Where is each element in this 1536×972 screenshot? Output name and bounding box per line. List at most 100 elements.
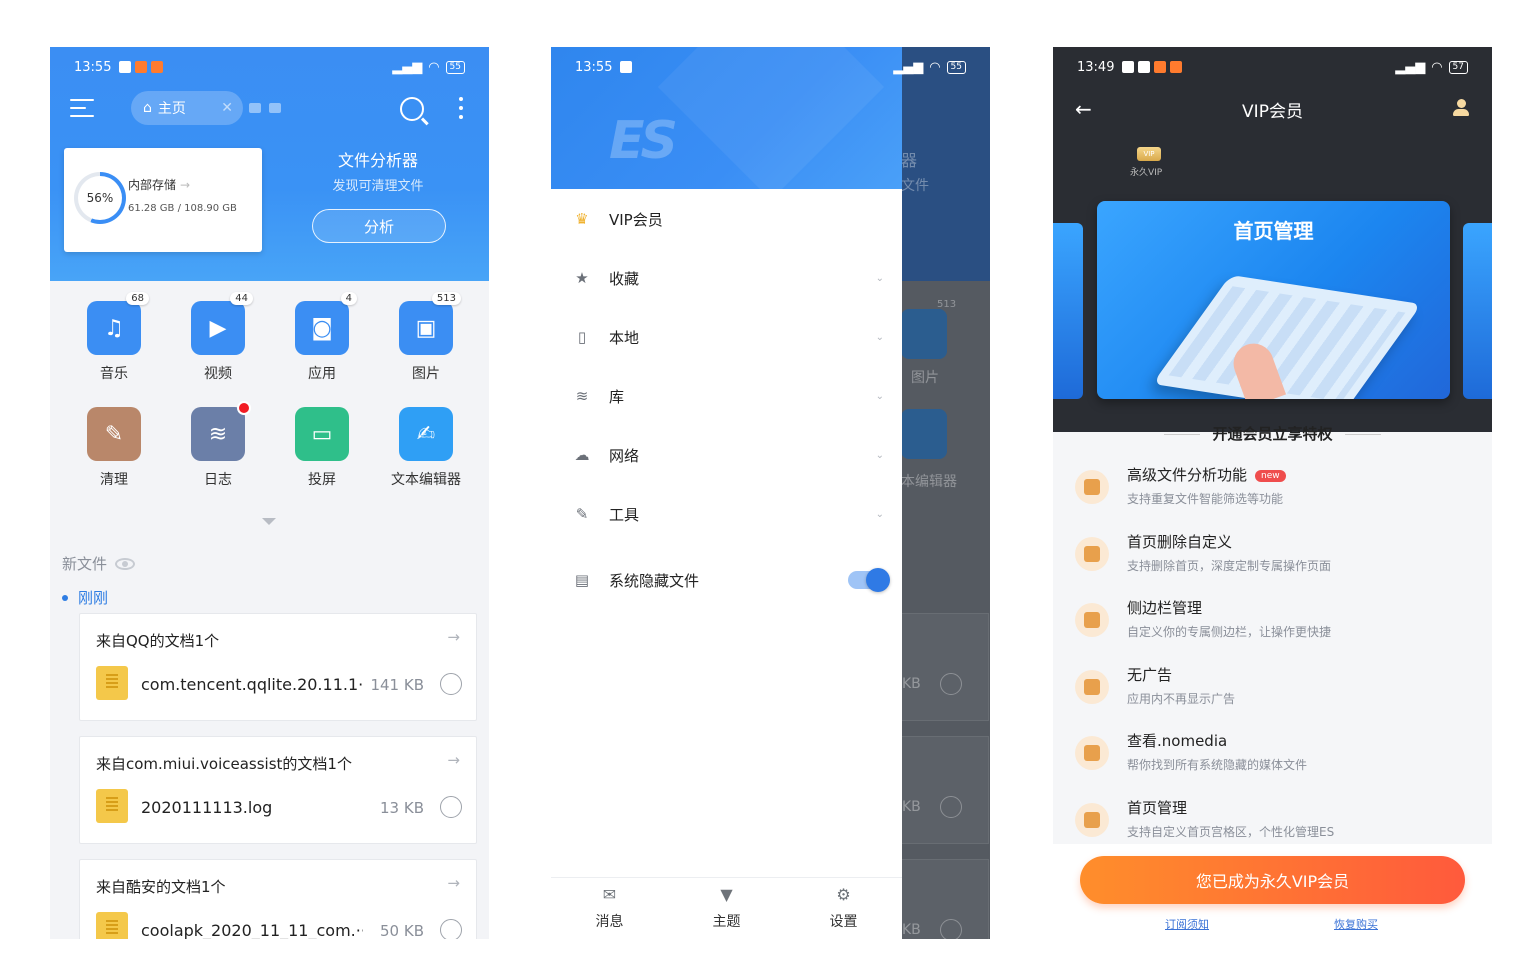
navigation-drawer: ES 13:55 ▂▄▆ ◠ 55 ♛ VIP会员 ★ 收藏 ⌄ ▯ 本地 ⌄ … (551, 47, 966, 939)
drawer-item-vip[interactable]: ♛ VIP会员 (551, 199, 902, 239)
recent-file-card[interactable]: 来自QQ的文档1个 → com.tencent.qqlite.20.11.1··… (79, 613, 477, 721)
shortcut-music[interactable]: ♫ 68 音乐 (62, 292, 166, 383)
select-radio[interactable] (440, 673, 462, 695)
hidden-file-icon: ▤ (574, 571, 590, 589)
shirt-icon: ▼ (720, 884, 733, 904)
eye-icon[interactable] (115, 557, 136, 570)
analyze-button[interactable]: 分析 (312, 209, 446, 243)
arrow-right-icon[interactable]: → (447, 874, 460, 892)
crown-icon: ♛ (575, 210, 589, 228)
status-bar: 13:49 ▂▄▆ ◠ 57 (1053, 47, 1492, 87)
file-analysis-icon (1075, 470, 1109, 504)
shortcut-apps[interactable]: ◙ 4 应用 (270, 292, 374, 383)
shortcut-clean[interactable]: ✎ 清理 (62, 407, 166, 489)
perk-item: 查看.nomedia 帮你找到所有系统隐藏的媒体文件 (1053, 730, 1492, 790)
drawer-item-tools[interactable]: ✎ 工具 ⌄ (551, 494, 902, 534)
vip-status-button[interactable]: 您已成为永久VIP会员 (1080, 856, 1465, 904)
chevron-down-icon: ⌄ (875, 272, 884, 284)
star-icon: ★ (575, 269, 589, 287)
notification-icon (1154, 61, 1167, 73)
drawer-item-hidden-files[interactable]: ▤ 系统隐藏文件 (551, 560, 902, 600)
chevron-down-icon: ⌄ (875, 508, 884, 520)
drawer-item-local[interactable]: ▯ 本地 ⌄ (551, 317, 902, 357)
restore-purchase-link[interactable]: 恢复购买 (1334, 916, 1378, 932)
arrow-right-icon: → (180, 178, 191, 192)
storage-size: 61.28 GB / 108.90 GB (128, 203, 237, 214)
timeline-label: 刚刚 (62, 587, 108, 608)
signal-icon: ▂▄▆ (893, 59, 924, 75)
analyzer-subtitle: 发现可清理文件 (332, 179, 424, 194)
tablet-illustration (1152, 274, 1422, 399)
feature-banner[interactable]: 首页管理 (1097, 201, 1450, 399)
shortcut-text-editor[interactable]: ✍ 文本编辑器 (374, 407, 478, 489)
text-editor-icon: ✍ (399, 407, 453, 461)
expand-caret-icon[interactable] (262, 518, 276, 525)
text-editor-icon (901, 409, 947, 459)
new-badge: new (1255, 470, 1286, 482)
phone-icon: ▯ (577, 328, 587, 346)
search-icon[interactable] (400, 97, 424, 121)
perk-item: 高级文件分析功能 new 支持重复文件智能筛选等功能 (1053, 464, 1492, 524)
es-logo: ES (609, 111, 678, 171)
cast-icon: ▭ (295, 407, 349, 461)
recent-file-card[interactable]: 来自com.miui.voiceassist的文档1个 → 2020111113… (79, 736, 477, 844)
broom-icon: ✎ (87, 407, 141, 461)
arrow-right-icon[interactable]: → (447, 628, 460, 646)
recent-file-card[interactable]: 来自酷安的文档1个 → coolapk_2020_11_11_com.··· 5… (79, 859, 477, 939)
perk-item: 首页删除自定义 支持删除首页，深度定制专属操作页面 (1053, 531, 1492, 591)
page-title: VIP会员 (1242, 102, 1303, 122)
user-icon[interactable] (1452, 99, 1470, 117)
select-radio[interactable] (440, 919, 462, 939)
tab-home[interactable]: ⌂ 主页 ✕ (131, 91, 243, 125)
hidden-files-toggle[interactable] (848, 568, 890, 592)
internal-storage-card[interactable]: 56% 内部存储 → 61.28 GB / 108.90 GB (64, 148, 262, 252)
select-radio[interactable] (440, 796, 462, 818)
video-icon: ▶ 44 (191, 292, 253, 355)
tab-home-label: 主页 (157, 101, 186, 117)
file-manager-home-screen: 13:55 ▂▄▆ ◠ 55 ⌂ 主页 ✕ 56% 内部存储 → 61.28 GB… (50, 47, 489, 939)
image-icon (901, 309, 947, 359)
settings-button[interactable]: ⚙ 设置 (785, 878, 902, 939)
theme-button[interactable]: ▼ 主题 (668, 878, 785, 939)
battery-icon: 57 (1448, 60, 1468, 74)
drawer-item-network[interactable]: ☁ 网络 ⌄ (551, 435, 902, 475)
home-grid-icon (1075, 803, 1109, 837)
bottom-action-bar: 您已成为永久VIP会员 订阅须知 恢复购买 (1053, 844, 1492, 939)
message-icon: ✉ (602, 884, 617, 904)
wrench-icon: ✎ (575, 505, 589, 523)
vip-membership-screen: 13:49 ▂▄▆ ◠ 57 ← VIP会员 VIP 永久VIP 首页管理 开通… (1053, 47, 1492, 939)
other-tabs[interactable] (249, 103, 281, 113)
navigation-drawer-screen: 器 文件 513 图片 本编辑器 KB KB KB ES 13:55 ▂▄▆ ◠… (551, 47, 990, 939)
chevron-down-icon: ⌄ (875, 331, 884, 343)
close-icon[interactable]: ✕ (221, 100, 233, 116)
signal-icon: ▂▄▆ (392, 59, 423, 75)
arrow-right-icon[interactable]: → (447, 751, 460, 769)
gear-icon: ⚙ (836, 884, 851, 904)
carousel-prev-card[interactable] (1053, 223, 1083, 399)
status-bar: 13:55 ▂▄▆ ◠ 55 (50, 47, 489, 87)
drawer-item-favorites[interactable]: ★ 收藏 ⌄ (551, 258, 902, 298)
carousel-next-card[interactable] (1463, 223, 1492, 399)
notification-icon (151, 61, 164, 73)
no-ads-icon (1075, 670, 1109, 704)
subscription-terms-link[interactable]: 订阅须知 (1165, 916, 1209, 932)
shortcut-video[interactable]: ▶ 44 视频 (166, 292, 270, 383)
signal-icon: ▂▄▆ (1395, 59, 1426, 75)
wechat-icon (1138, 61, 1151, 73)
drawer-footer: ✉ 消息 ▼ 主题 ⚙ 设置 (551, 877, 902, 939)
storage-usage-ring: 56% (74, 172, 126, 224)
alarm-icon (119, 61, 132, 73)
drawer-item-library[interactable]: ≋ 库 ⌄ (551, 376, 902, 416)
dimmed-home-content: 器 文件 513 图片 本编辑器 KB KB KB (901, 47, 990, 939)
chevron-down-icon: ⌄ (875, 390, 884, 402)
battery-icon: 55 (946, 60, 966, 74)
more-icon[interactable] (459, 97, 463, 124)
shortcut-images[interactable]: ▣ 513 图片 (374, 292, 478, 383)
menu-icon[interactable] (70, 99, 94, 119)
alarm-icon (620, 61, 633, 73)
shortcut-log[interactable]: ≋ 日志 (166, 401, 270, 489)
vip-badge: VIP (1137, 147, 1161, 161)
music-note-icon: ♫ 68 (87, 292, 149, 355)
messages-button[interactable]: ✉ 消息 (551, 878, 668, 939)
shortcut-cast[interactable]: ▭ 投屏 (270, 407, 374, 489)
